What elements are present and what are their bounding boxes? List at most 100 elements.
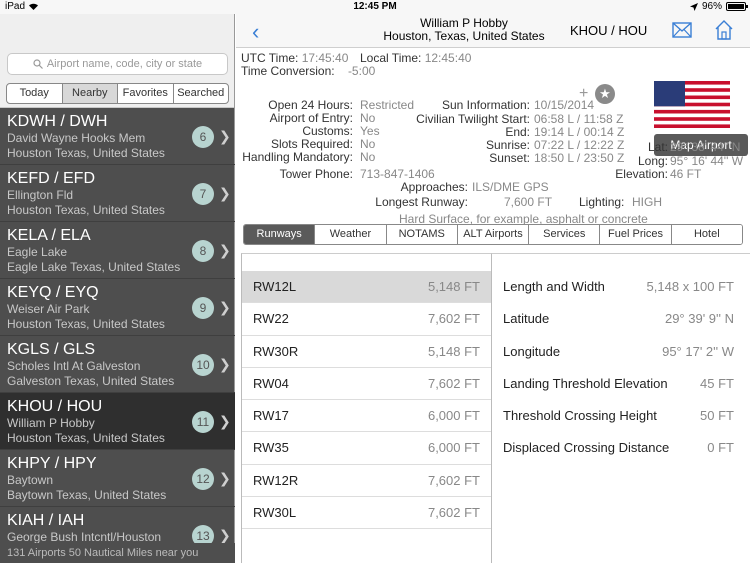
runway-length: 6,000 FT	[427, 408, 480, 424]
chevron-right-icon: ❯	[219, 470, 231, 486]
lat-label: Lat:	[647, 140, 668, 154]
long-label: Long:	[637, 154, 668, 168]
chevron-right-icon: ❯	[219, 185, 231, 201]
search-icon	[33, 59, 43, 69]
tab-services[interactable]: Services	[529, 225, 601, 244]
runway-row[interactable]: RW35 6,000 FT	[242, 432, 491, 465]
detail-label: Landing Threshold Elevation	[503, 375, 668, 391]
runway-row[interactable]: RW12R 7,602 FT	[242, 465, 491, 498]
segment-searched[interactable]: Searched	[174, 84, 229, 103]
tab-weather[interactable]: Weather	[315, 225, 387, 244]
airport-detail-panel: ‹ William P Hobby Houston, Texas, United…	[236, 14, 750, 563]
twilight-end-label: End:	[505, 125, 530, 139]
airport-list-item[interactable]: KIAH / IAH George Bush Intcntl/Houston 1…	[0, 507, 235, 543]
runway-list: RW12L 5,148 FT RW22 7,602 FT RW30R 5,148 FT…	[241, 253, 492, 563]
sunrise-value: 07:22 L / 12:22 Z	[534, 138, 625, 152]
mail-icon[interactable]	[672, 22, 692, 38]
us-flag-icon	[654, 81, 730, 128]
chevron-left-icon[interactable]: ‹	[252, 19, 259, 45]
tab-fuel-prices[interactable]: Fuel Prices	[600, 225, 672, 244]
runway-name: RW12R	[253, 472, 299, 488]
lighting-value: HIGH	[632, 195, 662, 209]
status-time: 12:45 PM	[353, 1, 397, 12]
tab-runways[interactable]: Runways	[244, 225, 316, 244]
detail-label: Displaced Crossing Distance	[503, 440, 670, 456]
airport-count-badge: 12	[192, 468, 214, 490]
customs-label: Customs:	[302, 124, 353, 138]
sun-info-value: 10/15/2014	[534, 98, 595, 112]
approaches-value: ILS/DME GPS	[472, 180, 549, 194]
lat-value: 29° 38' 44'' N	[670, 140, 741, 154]
runway-name: RW04	[253, 375, 289, 391]
segment-favorites[interactable]: Favorites	[118, 84, 174, 103]
airport-list-item[interactable]: KELA / ELA Eagle Lake Eagle Lake Texas, …	[0, 222, 235, 279]
airport-list-item[interactable]: KDWH / DWH David Wayne Hooks Mem Houston…	[0, 108, 235, 165]
utc-time-label: UTC Time:	[241, 51, 299, 65]
airport-code-header: KHOU / HOU	[570, 23, 648, 38]
runway-row[interactable]: RW22 7,602 FT	[242, 303, 491, 336]
twilight-start-label: Civilian Twilight Start:	[416, 112, 530, 126]
airport-list-item[interactable]: KHPY / HPY Baytown Baytown Texas, United…	[0, 450, 235, 507]
airport-count-badge: 6	[192, 126, 214, 148]
runway-name: RW17	[253, 408, 289, 424]
detail-row: Latitude 29° 39' 9'' N	[492, 303, 750, 335]
runway-name: RW30R	[253, 343, 299, 359]
status-bar: iPad 12:45 PM 96%	[0, 0, 750, 14]
detail-label: Length and Width	[503, 279, 605, 294]
home-icon[interactable]	[714, 19, 734, 41]
detail-value: 5,148 x 100 FT	[646, 279, 734, 294]
detail-value: 50 FT	[700, 408, 734, 424]
lighting-label: Lighting:	[579, 195, 625, 209]
search-input[interactable]: Airport name, code, city or state	[7, 53, 228, 75]
sidebar: Airport name, code, city or state Today …	[0, 14, 235, 563]
longest-runway-value: 7,600 FT	[504, 195, 553, 209]
slots-value: No	[360, 137, 376, 151]
runway-length: 7,602 FT	[427, 472, 480, 488]
tower-phone-label: Tower Phone:	[279, 167, 353, 181]
entry-label: Airport of Entry:	[269, 111, 353, 125]
list-filter-segmented-control: Today Nearby Favorites Searched	[6, 83, 229, 104]
chevron-right-icon: ❯	[219, 527, 231, 543]
runway-row[interactable]: RW04 7,602 FT	[242, 368, 491, 401]
airport-list-item[interactable]: KGLS / GLS Scholes Intl At Galveston Gal…	[0, 336, 235, 393]
runway-name: RW12L	[253, 279, 297, 294]
runway-name: RW35	[253, 440, 289, 456]
runway-row[interactable]: RW30L 7,602 FT	[242, 497, 491, 530]
airport-count-footer: 131 Airports 50 Nautical Miles near you	[0, 543, 235, 563]
time-conversion-value: -5:00	[347, 64, 376, 78]
airport-count-badge: 13	[192, 525, 214, 543]
detail-row: Threshold Crossing Height 50 FT	[492, 400, 750, 432]
chevron-right-icon: ❯	[219, 413, 231, 429]
sunrise-label: Sunrise:	[485, 138, 530, 152]
tab-alt-airports[interactable]: ALT Airports	[457, 225, 530, 244]
time-conversion-label: Time Conversion:	[241, 64, 335, 78]
longest-runway-label: Longest Runway:	[375, 195, 468, 209]
tower-phone-value: 713-847-1406	[360, 167, 435, 181]
runway-length: 7,602 FT	[427, 311, 480, 327]
runway-name: RW22	[253, 311, 289, 327]
airport-list-item-selected[interactable]: KHOU / HOU William P Hobby Houston Texas…	[0, 393, 235, 450]
tab-hotel[interactable]: Hotel	[671, 225, 742, 244]
detail-row: Landing Threshold Elevation 45 FT	[492, 368, 750, 400]
location-arrow-icon	[689, 2, 698, 11]
detail-row: Displaced Crossing Distance 0 FT	[492, 432, 750, 464]
runway-length: 5,148 FT	[427, 279, 480, 294]
sunset-label: Sunset:	[489, 151, 530, 165]
tab-notams[interactable]: NOTAMS	[386, 225, 458, 244]
entry-value: No	[360, 111, 376, 125]
segment-nearby[interactable]: Nearby	[62, 84, 118, 103]
airport-list-item[interactable]: KEFD / EFD Ellington Fld Houston Texas, …	[0, 165, 235, 222]
chevron-right-icon: ❯	[219, 128, 231, 144]
chevron-right-icon: ❯	[219, 242, 231, 258]
segment-today[interactable]: Today	[7, 84, 63, 103]
runway-row-selected[interactable]: RW12L 5,148 FT	[242, 271, 491, 304]
runway-row[interactable]: RW17 6,000 FT	[242, 400, 491, 433]
detail-row: Longitude 95° 17' 2'' W	[492, 336, 750, 368]
detail-row: Length and Width 5,148 x 100 FT	[492, 271, 750, 303]
airport-list-item[interactable]: KEYQ / EYQ Weiser Air Park Houston Texas…	[0, 279, 235, 336]
local-time-label: Local Time:	[360, 51, 422, 65]
airport-subtitle: Houston, Texas, United States	[383, 29, 545, 43]
favorite-star-icon[interactable]: ★	[595, 84, 615, 104]
battery-percent: 96%	[701, 1, 722, 12]
runway-row[interactable]: RW30R 5,148 FT	[242, 336, 491, 368]
